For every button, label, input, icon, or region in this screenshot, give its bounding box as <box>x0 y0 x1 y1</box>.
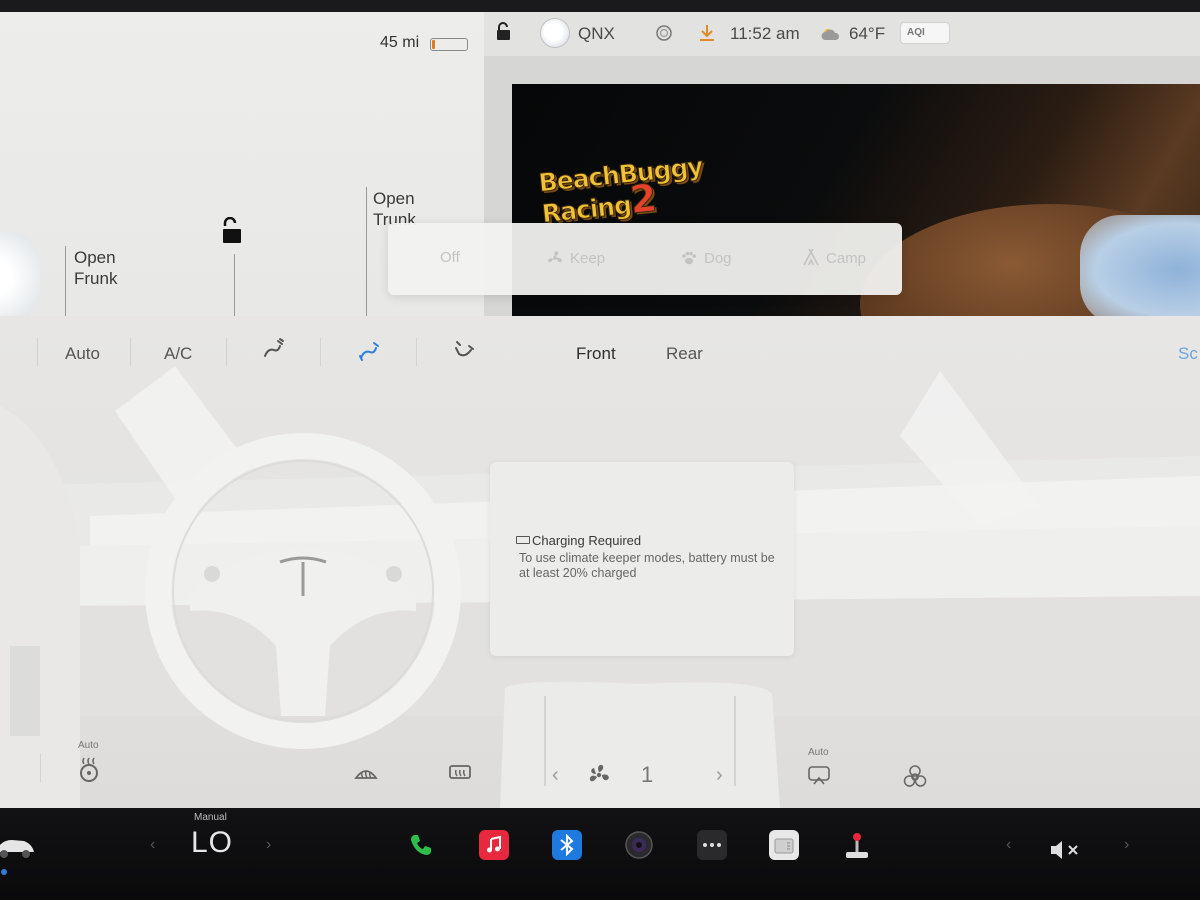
keeper-mode-camp[interactable]: Camp <box>802 249 866 267</box>
open-frunk-button[interactable]: Open Frunk <box>74 247 117 289</box>
volume-down-chevron[interactable]: ‹ <box>1006 836 1011 854</box>
cabin-temperature[interactable]: LO <box>191 826 233 860</box>
recirculation-icon[interactable] <box>806 764 832 786</box>
more-apps[interactable] <box>697 830 727 860</box>
arcade-app[interactable] <box>842 830 872 860</box>
ac-button[interactable]: A/C <box>164 344 192 364</box>
keeper-mode-dog-label: Dog <box>704 249 732 267</box>
camera-icon <box>625 831 653 859</box>
battery-icon <box>430 38 468 51</box>
airflow-face-icon[interactable] <box>260 336 288 364</box>
frunk-leader-line <box>65 246 66 326</box>
airflow-face-feet-icon[interactable] <box>356 336 384 364</box>
outside-temperature: 64°F <box>849 24 886 43</box>
keeper-mode-dog[interactable]: Dog <box>680 249 732 267</box>
keeper-mode-off[interactable]: Off <box>440 249 460 266</box>
keeper-mode-off-label: Off <box>440 249 460 266</box>
notice-body: To use climate keeper modes, battery mus… <box>519 551 775 580</box>
keeper-mode-keep[interactable]: Keep <box>546 249 605 267</box>
battery-low-icon <box>516 536 530 544</box>
bluetooth-icon <box>560 834 574 856</box>
divider <box>320 338 321 366</box>
weather-cloud-icon <box>821 29 840 40</box>
bottom-dock: ‹ Manual LO › ‹ › <box>0 808 1200 900</box>
screen-edge-text[interactable]: Sc <box>1178 344 1198 364</box>
music-app[interactable] <box>479 830 509 860</box>
climate-keeper-selector: Off Keep Dog Camp <box>388 223 902 295</box>
charging-required-notice: Charging Required To use climate keeper … <box>490 462 794 656</box>
fan-icon <box>548 251 562 263</box>
front-defrost-icon[interactable] <box>353 762 379 784</box>
frunk-label-name: Frunk <box>74 269 118 288</box>
status-dot <box>1 869 7 875</box>
unlock-icon[interactable] <box>220 217 244 247</box>
fan-decrease-chevron[interactable]: ‹ <box>552 764 559 787</box>
airflow-feet-icon[interactable] <box>451 336 479 364</box>
bluetooth-app[interactable] <box>552 830 582 860</box>
divider <box>130 338 131 366</box>
profile-name[interactable]: QNX <box>578 24 615 44</box>
music-icon <box>487 835 501 853</box>
volume-muted-icon[interactable] <box>1048 838 1086 862</box>
temp-decrease-chevron[interactable]: ‹ <box>150 836 155 854</box>
phone-app[interactable] <box>406 830 436 860</box>
notice-title: Charging Required <box>532 533 642 548</box>
right-edge-glare <box>1080 215 1200 325</box>
toybox-app[interactable] <box>769 830 799 860</box>
keeper-mode-keep-label: Keep <box>570 249 606 267</box>
joystick-icon <box>846 833 868 858</box>
download-icon[interactable] <box>698 23 716 43</box>
profile-avatar[interactable] <box>540 18 570 48</box>
fan-increase-chevron[interactable]: › <box>716 764 723 787</box>
rear-defrost-icon[interactable] <box>447 762 473 784</box>
front-tab[interactable]: Front <box>576 344 616 364</box>
toybox-icon <box>774 838 794 854</box>
sentry-icon[interactable] <box>655 24 673 42</box>
partial-edge-icon <box>0 343 4 363</box>
status-bar: QNX 11:52 am 64°F AQI <box>484 12 1200 56</box>
steering-heat-auto-label: Auto <box>78 740 99 751</box>
divider <box>226 338 227 366</box>
phone-icon <box>411 835 431 855</box>
trunk-leader-line <box>366 187 367 327</box>
keeper-mode-camp-label: Camp <box>826 249 867 267</box>
divider <box>40 754 41 782</box>
steering-wheel-heat-icon[interactable] <box>77 756 101 782</box>
range-readout: 45 mi <box>380 34 420 51</box>
camera-app[interactable] <box>624 830 654 860</box>
paw-icon <box>682 251 697 265</box>
fan-speed-value: 1 <box>641 762 654 787</box>
frunk-label-open: Open <box>74 248 116 267</box>
aqi-badge[interactable]: AQI <box>900 22 950 44</box>
game-title-number: 2 <box>627 175 658 223</box>
auto-climate-button[interactable]: Auto <box>65 344 100 364</box>
lock-icon[interactable] <box>495 22 513 42</box>
top-bezel <box>0 0 1200 12</box>
fan-icon <box>589 764 609 782</box>
volume-up-chevron[interactable]: › <box>1124 836 1129 854</box>
divider <box>416 338 417 366</box>
recirculation-auto-label: Auto <box>808 747 829 758</box>
climate-mode-label: Manual <box>194 812 227 823</box>
clock: 11:52 am <box>730 24 800 43</box>
game-logo: BeachBuggy Racing2 <box>537 151 707 229</box>
car-icon[interactable] <box>0 824 38 864</box>
bioweapon-defense-icon[interactable] <box>902 764 928 790</box>
divider <box>37 338 38 366</box>
tent-icon <box>803 249 819 266</box>
trunk-label-open: Open <box>373 189 415 208</box>
rear-tab[interactable]: Rear <box>666 344 703 364</box>
temp-increase-chevron[interactable]: › <box>266 836 271 854</box>
more-icon <box>703 843 721 847</box>
climate-panel: Auto A/C Front Rear Sc Charging Required… <box>0 316 1200 808</box>
